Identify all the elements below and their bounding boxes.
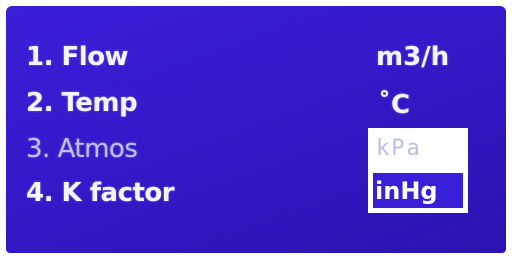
menu-item-atmos[interactable]: 3. Atmos	[26, 134, 138, 164]
flow-unit-value: m3/h	[376, 42, 450, 72]
menu-item-temp[interactable]: 2. Temp	[26, 88, 138, 118]
temp-unit-value: ˚C	[378, 90, 411, 120]
lcd-screen: 1. Flow m3/h 2. Temp ˚C 3. Atmos 4. K fa…	[6, 6, 506, 253]
atmos-unit-dropdown[interactable]: kPa inHg	[368, 128, 468, 213]
dropdown-option-kpa[interactable]: kPa	[370, 130, 466, 170]
dropdown-option-inhg[interactable]: inHg	[370, 171, 466, 211]
menu-item-flow[interactable]: 1. Flow	[26, 42, 129, 72]
menu-item-k-factor[interactable]: 4. K factor	[26, 178, 175, 208]
